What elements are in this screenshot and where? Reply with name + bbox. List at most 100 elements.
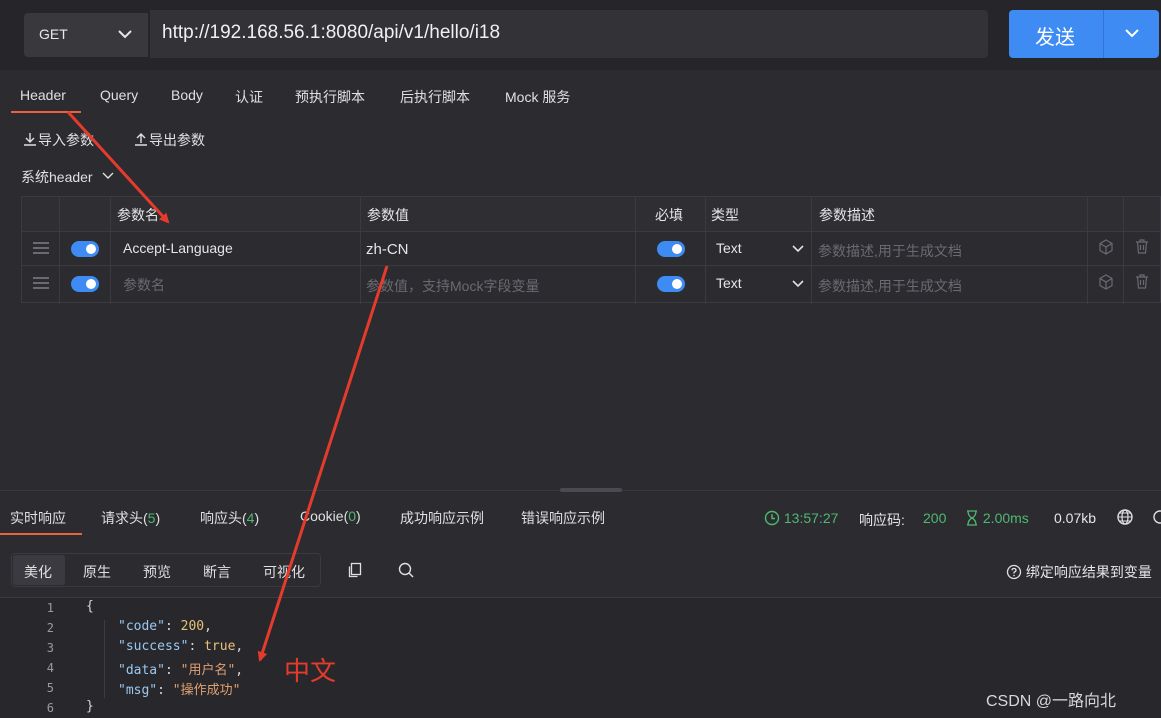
col-divider: [1087, 197, 1088, 304]
chevron-down-icon: [102, 172, 114, 179]
col-divider: [360, 197, 361, 304]
response-size: 0.07kb: [1054, 510, 1097, 526]
status-code-label: 响应码:: [859, 512, 905, 528]
globe-icon[interactable]: [1116, 508, 1134, 526]
url-input[interactable]: http://192.168.56.1:8080/api/v1/hello/i1…: [150, 10, 988, 58]
more-icon[interactable]: [1153, 508, 1161, 526]
system-header-toggle[interactable]: 系统header: [21, 167, 116, 187]
line-number: 6: [46, 701, 54, 715]
view-beautify[interactable]: 美化: [24, 562, 52, 582]
col-desc: 参数描述: [819, 207, 875, 223]
table-row: 参数名 参数值，支持Mock字段变量 Text 参数描述,用于生成文档: [22, 266, 1160, 301]
response-duration: 2.00ms: [965, 510, 1029, 526]
method-select[interactable]: GET: [24, 13, 148, 57]
download-icon: [24, 133, 36, 146]
code-line: "data": "用户名",: [118, 663, 244, 678]
cube-icon: [1099, 274, 1113, 290]
required-toggle[interactable]: [657, 241, 685, 257]
tab-realtime-response[interactable]: 实时响应: [10, 508, 66, 528]
active-response-tab-indicator: [0, 533, 82, 535]
tab-mock[interactable]: Mock 服务: [505, 87, 570, 107]
required-toggle[interactable]: [657, 276, 685, 292]
export-params-button[interactable]: 导出参数: [133, 130, 205, 150]
line-number: 2: [46, 621, 54, 635]
copy-icon[interactable]: [347, 562, 363, 578]
param-value-input[interactable]: 参数值，支持Mock字段变量: [366, 276, 539, 296]
hourglass-icon: [967, 510, 977, 526]
table-header: 参数名 参数值 必填 类型 参数描述: [22, 197, 1160, 232]
col-divider: [110, 197, 111, 304]
url-text: http://192.168.56.1:8080/api/v1/hello/i1…: [162, 22, 501, 43]
view-assert[interactable]: 断言: [203, 562, 231, 582]
param-desc[interactable]: 参数描述,用于生成文档: [818, 241, 962, 261]
drag-handle-icon[interactable]: [33, 242, 49, 254]
code-line: {: [86, 599, 94, 614]
tab-success-example[interactable]: 成功响应示例: [400, 508, 484, 528]
view-raw[interactable]: 原生: [83, 562, 111, 582]
trash-icon: [1136, 239, 1148, 254]
code-line: "success": true,: [118, 639, 244, 654]
chevron-down-icon: [116, 25, 134, 46]
import-params-button[interactable]: 导入参数: [22, 130, 94, 150]
param-name[interactable]: Accept-Language: [123, 240, 233, 256]
clock-icon: [764, 510, 780, 526]
send-dropdown-icon[interactable]: [1123, 26, 1141, 45]
col-type: 类型: [711, 207, 739, 223]
param-desc[interactable]: 参数描述,用于生成文档: [818, 276, 962, 296]
row-enabled-toggle[interactable]: [71, 241, 99, 257]
view-visualize[interactable]: 可视化: [263, 562, 305, 582]
bind-response-to-variable[interactable]: 绑定响应结果到变量: [1006, 562, 1152, 582]
col-name: 参数名: [117, 207, 159, 223]
send-label: 发送: [1035, 27, 1075, 49]
active-tab-indicator: [11, 111, 81, 113]
status-code: 200: [923, 510, 947, 526]
method-label: GET: [39, 26, 68, 42]
code-line: "msg": "操作成功": [118, 683, 241, 698]
col-divider: [705, 197, 706, 304]
type-select[interactable]: Text: [716, 240, 742, 256]
tab-auth[interactable]: 认证: [235, 87, 263, 107]
view-preview[interactable]: 预览: [143, 562, 171, 582]
col-divider: [59, 197, 60, 304]
param-name-input[interactable]: 参数名: [123, 275, 165, 295]
tab-response-headers[interactable]: 响应头(4): [200, 508, 259, 528]
import-label: 导入参数: [38, 132, 94, 148]
type-select[interactable]: Text: [716, 275, 742, 291]
header-params-table: 参数名 参数值 必填 类型 参数描述 Accept-Language zh-CN…: [21, 196, 1161, 304]
line-number: 3: [46, 641, 54, 655]
annotation-label: 中文: [284, 657, 337, 687]
help-icon: [1006, 564, 1022, 580]
tab-body[interactable]: Body: [171, 87, 203, 103]
watermark: CSDN @一路向北: [986, 693, 1117, 710]
tab-header[interactable]: Header: [20, 87, 66, 103]
trash-icon: [1136, 274, 1148, 289]
tab-request-headers[interactable]: 请求头(5): [101, 508, 160, 528]
drag-handle-icon[interactable]: [33, 277, 49, 289]
line-number: 4: [46, 661, 54, 675]
col-value: 参数值: [367, 207, 409, 223]
row-enabled-toggle[interactable]: [71, 276, 99, 292]
send-divider: [1103, 10, 1104, 58]
tab-pre-script[interactable]: 预执行脚本: [295, 87, 365, 107]
code-line: "code": 200,: [118, 619, 212, 634]
code-line: }: [86, 699, 94, 714]
upload-icon: [135, 133, 147, 146]
cube-icon: [1099, 239, 1113, 255]
system-header-label: 系统header: [21, 169, 93, 185]
search-icon[interactable]: [397, 561, 415, 579]
tab-post-script[interactable]: 后执行脚本: [400, 87, 470, 107]
col-required: 必填: [655, 207, 683, 223]
line-number: 1: [46, 601, 54, 615]
col-divider: [635, 197, 636, 304]
resize-handle[interactable]: [560, 488, 622, 492]
col-divider: [811, 197, 812, 304]
export-label: 导出参数: [149, 132, 205, 148]
param-value[interactable]: zh-CN: [366, 241, 409, 258]
line-number: 5: [46, 681, 54, 695]
indent-guide: [104, 620, 105, 698]
tab-cookie[interactable]: Cookie(0): [300, 508, 361, 524]
chevron-down-icon: [792, 280, 804, 288]
tab-error-example[interactable]: 错误响应示例: [521, 508, 605, 528]
send-button[interactable]: 发送: [1009, 10, 1159, 58]
tab-query[interactable]: Query: [100, 87, 138, 103]
